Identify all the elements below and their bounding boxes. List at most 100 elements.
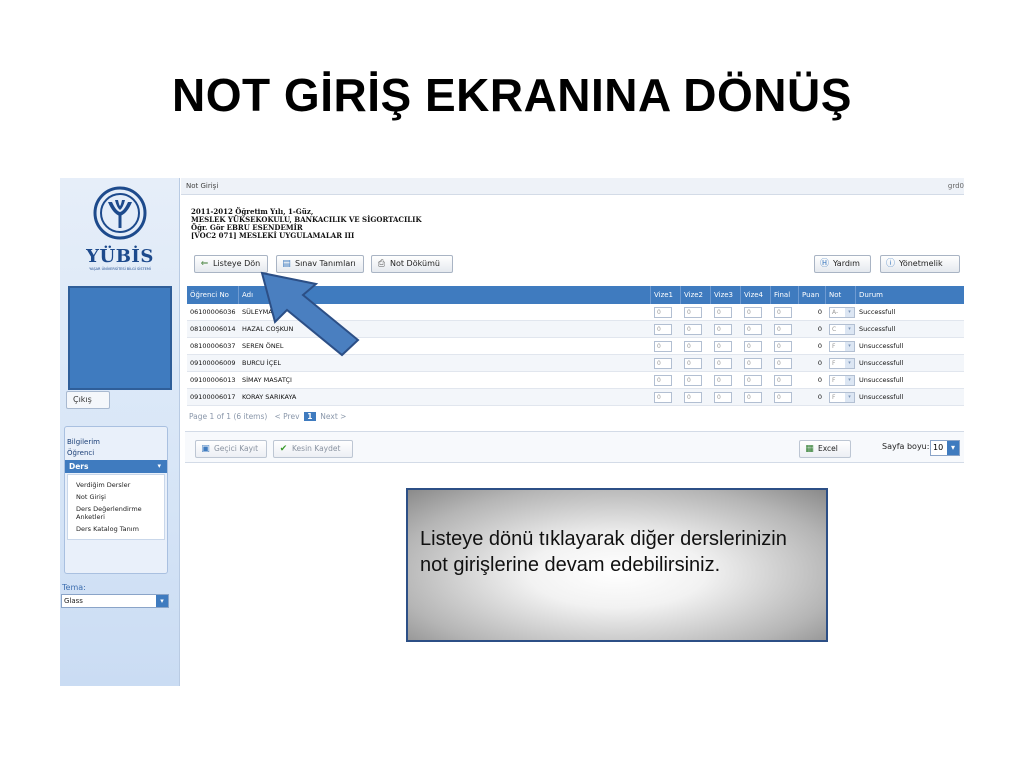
user-id: grd0 [947,182,964,190]
pager: Page 1 of 1 (6 items) < Prev 1 Next > [189,412,346,421]
col-header-vize3: Vize3 [711,286,741,304]
grade-input-v4[interactable]: 0 [744,307,762,318]
table-header: Öğrenci No Adı Vize1 Vize2 Vize3 Vize4 F… [187,286,964,304]
grade-input-v1[interactable]: 0 [654,324,672,335]
grade-input-v4[interactable]: 0 [744,324,762,335]
table-body: 06100006036 SÜLEYMAN G 0 0 0 0 0 0 A- ▾ Successful… [187,304,964,406]
theme-label: Tema: [62,583,86,592]
grade-input-final[interactable]: 0 [774,358,792,369]
table-row: 08100006037 SEREN ÖNEL 0 0 0 0 0 0 F ▾ Unsuccessfu… [187,338,964,355]
grade-input-v4[interactable]: 0 [744,358,762,369]
cell-student-no: 08100006014 [190,325,236,333]
cell-student-no: 09100006017 [190,393,236,401]
course-info-course: [VOC2 071] MESLEKİ UYGULAMALAR III [191,231,355,240]
chevron-down-icon: ▾ [845,393,854,402]
submenu-verdigim-dersler[interactable]: Verdiğim Dersler [76,479,164,491]
grade-input-v3[interactable]: 0 [714,307,732,318]
chevron-down-icon: ▾ [157,462,161,470]
regulations-button[interactable]: ⓘ Yönetmelik [880,255,960,273]
logo: YÜBİS YAŞAR ÜNİVERSİTESİ BİLGİ SİSTEMİ [80,186,160,276]
logo-subtext: YAŞAR ÜNİVERSİTESİ BİLGİ SİSTEMİ [89,267,151,271]
theme-select[interactable]: Glass ▾ [61,594,169,608]
grade-input-v1[interactable]: 0 [654,392,672,403]
sidebar-item-bilgilerim[interactable]: Bilgilerim [65,437,167,448]
grade-input-v3[interactable]: 0 [714,324,732,335]
grade-input-v1[interactable]: 0 [654,358,672,369]
grade-letter-select[interactable]: F ▾ [829,341,855,352]
grade-input-final[interactable]: 0 [774,307,792,318]
grade-report-button[interactable]: ⎙ Not Dökümü [371,255,453,273]
sidebar-item-ogrenci[interactable]: Öğrenci [65,448,167,459]
grade-input-v1[interactable]: 0 [654,375,672,386]
arrow-left-icon: ⇐ [200,259,209,269]
grade-report-label: Not Dökümü [390,259,440,268]
grade-input-v2[interactable]: 0 [684,358,702,369]
help-icon: Ⓗ [819,259,829,269]
page-title: Not Girişi [186,182,219,190]
grade-input-v2[interactable]: 0 [684,324,702,335]
grade-input-v4[interactable]: 0 [744,375,762,386]
grade-input-final[interactable]: 0 [774,341,792,352]
help-button[interactable]: Ⓗ Yardım [814,255,871,273]
course-info: 2011-2012 Öğretim Yılı, 1-Güz, MESLEK YÜ… [191,208,422,240]
grade-letter-select[interactable]: C ▾ [829,324,855,335]
submenu-not-girisi[interactable]: Not Girişi [76,491,164,503]
cell-name: SEREN ÖNEL [242,342,284,350]
submenu-ders-katalog[interactable]: Ders Katalog Tanım [76,523,164,535]
temp-save-button[interactable]: ▣ Geçici Kayıt [195,440,267,458]
floppy-icon: ▣ [201,444,210,454]
grade-letter-select[interactable]: F ▾ [829,358,855,369]
col-header-vize1: Vize1 [651,286,681,304]
grade-input-v3[interactable]: 0 [714,341,732,352]
back-to-list-button[interactable]: ⇐ Listeye Dön [194,255,268,273]
grade-letter-value: C [832,326,837,333]
grade-input-v4[interactable]: 0 [744,392,762,403]
final-save-button[interactable]: ✔ Kesin Kaydet [273,440,353,458]
cell-student-no: 08100006037 [190,342,236,350]
chevron-down-icon: ▾ [156,595,168,607]
grade-input-v2[interactable]: 0 [684,392,702,403]
col-header-vize2: Vize2 [681,286,711,304]
grade-letter-select[interactable]: F ▾ [829,392,855,403]
grade-input-final[interactable]: 0 [774,375,792,386]
pager-next[interactable]: Next > [320,412,346,421]
grade-letter-select[interactable]: A- ▾ [829,307,855,318]
pager-prev[interactable]: < Prev [274,412,299,421]
chevron-down-icon: ▾ [845,359,854,368]
cell-puan: 0 [817,342,822,350]
grade-letter-value: F [832,343,836,350]
grade-input-final[interactable]: 0 [774,324,792,335]
cell-student-no: 09100006009 [190,359,236,367]
logout-button[interactable]: Çıkış [66,391,110,409]
grade-input-v1[interactable]: 0 [654,307,672,318]
exam-definitions-button[interactable]: ▤ Sınav Tanımları [276,255,364,273]
excel-button[interactable]: ▦ Excel [799,440,851,458]
col-header-final: Final [771,286,799,304]
grade-letter-value: F [832,394,836,401]
back-to-list-label: Listeye Dön [213,259,261,268]
page-size-select[interactable]: 10 ▾ [930,440,960,456]
help-label: Yardım [833,259,860,268]
info-icon: ⓘ [885,259,895,269]
grade-input-v2[interactable]: 0 [684,375,702,386]
check-icon: ✔ [279,444,288,454]
col-header-student-no: Öğrenci No [187,286,239,304]
sidebar-item-ders[interactable]: Ders ▾ [65,460,167,473]
temp-save-label: Geçici Kayıt [214,444,259,453]
grade-input-v2[interactable]: 0 [684,307,702,318]
grade-input-final[interactable]: 0 [774,392,792,403]
grade-input-v3[interactable]: 0 [714,358,732,369]
cell-student-no: 06100006036 [190,308,236,316]
cell-student-no: 09100006013 [190,376,236,384]
grade-input-v4[interactable]: 0 [744,341,762,352]
submenu-ders-degerlendirme[interactable]: Ders Değerlendirme Anketleri [76,503,164,523]
grade-letter-select[interactable]: F ▾ [829,375,855,386]
grade-input-v2[interactable]: 0 [684,341,702,352]
grade-input-v3[interactable]: 0 [714,392,732,403]
grade-input-v1[interactable]: 0 [654,341,672,352]
grade-input-v3[interactable]: 0 [714,375,732,386]
cell-puan: 0 [817,376,822,384]
pager-current[interactable]: 1 [304,412,316,421]
grade-letter-value: F [832,377,836,384]
page-size-value: 10 [933,443,944,452]
